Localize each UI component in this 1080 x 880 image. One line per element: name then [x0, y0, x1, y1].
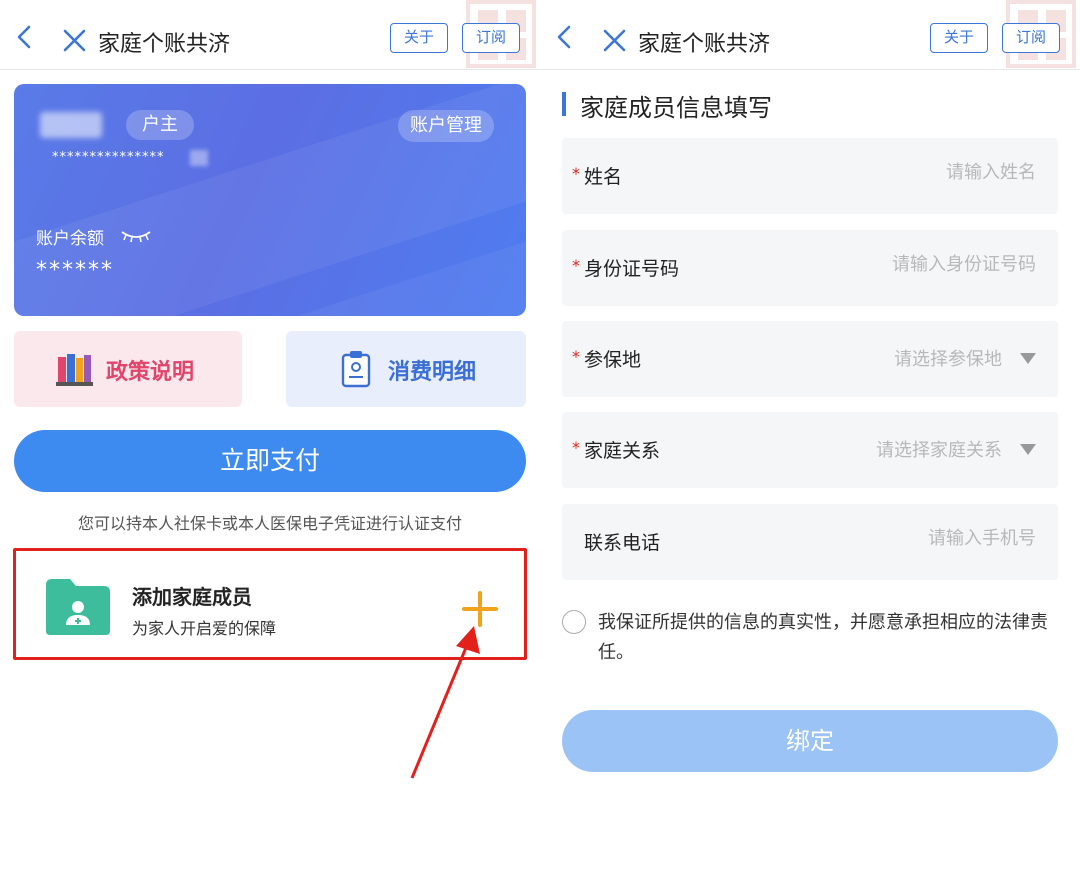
page-title: 家庭个账共济: [638, 32, 771, 57]
account-manage-button[interactable]: 账户管理: [398, 110, 494, 142]
clipboard-icon: [341, 351, 371, 388]
navbar: 家庭个账共济 关于 订阅: [0, 0, 540, 70]
policy-tile[interactable]: 政策说明: [14, 331, 242, 407]
family-relation-field[interactable]: * 家庭关系 请选择家庭关系: [562, 412, 1058, 488]
card-number: ***************: [52, 150, 165, 165]
spending-detail-tile[interactable]: 消费明细: [286, 331, 526, 407]
close-icon[interactable]: [62, 28, 88, 54]
balance-value: ******: [36, 258, 114, 283]
required-mark: *: [572, 164, 580, 183]
caret-down-icon: [1020, 353, 1036, 364]
family-relation-label: 家庭关系: [584, 440, 661, 462]
red-arrow-annotation: [410, 626, 480, 779]
family-relation-select[interactable]: 请选择家庭关系: [876, 436, 1002, 462]
phone-input[interactable]: [776, 528, 1036, 549]
about-button[interactable]: 关于: [390, 23, 448, 53]
payment-hint: 您可以持本人社保卡或本人医保电子凭证进行认证支付: [77, 514, 462, 533]
add-member-title: 添加家庭成员: [132, 585, 252, 609]
insured-place-label: 参保地: [584, 349, 642, 371]
required-mark: *: [572, 347, 580, 366]
add-member-subtitle: 为家人开启爱的保障: [132, 619, 277, 638]
id-number-field: * 身份证号码: [562, 230, 1058, 306]
member-form-screen: 家庭个账共济 关于 订阅 家庭成员信息填写 * 姓名 * 身份证号码 * 参保地…: [540, 0, 1080, 880]
eye-closed-icon[interactable]: [120, 228, 152, 244]
balance-label: 账户余额: [36, 229, 104, 249]
detail-label: 消费明细: [388, 360, 477, 385]
close-icon[interactable]: [602, 28, 628, 54]
back-icon[interactable]: [12, 24, 38, 50]
id-number-input[interactable]: [776, 254, 1036, 275]
policy-label: 政策说明: [106, 360, 195, 385]
role-badge: 户主: [126, 110, 194, 140]
blurred-card-suffix: [190, 150, 208, 166]
required-mark: *: [572, 438, 580, 457]
required-mark: *: [572, 256, 580, 275]
page-title: 家庭个账共济: [98, 32, 231, 57]
phone-label: 联系电话: [584, 532, 661, 554]
name-input[interactable]: [776, 162, 1036, 183]
bind-button[interactable]: 绑定: [562, 710, 1058, 772]
agreement-radio[interactable]: [562, 610, 586, 634]
blurred-name: [40, 112, 102, 138]
folder-user-icon: [46, 579, 110, 635]
subscribe-button[interactable]: 订阅: [462, 23, 520, 53]
account-card: 户主 账户管理 *************** 账户余额 ******: [14, 84, 526, 316]
pay-now-button[interactable]: 立即支付: [14, 430, 526, 492]
account-home-screen: 家庭个账共济 关于 订阅 户主 账户管理 *************** 账户余…: [0, 0, 540, 880]
insured-place-field[interactable]: * 参保地 请选择参保地: [562, 321, 1058, 397]
subscribe-button[interactable]: 订阅: [1002, 23, 1060, 53]
name-field: * 姓名: [562, 138, 1058, 214]
agreement-text: 我保证所提供的信息的真实性，并愿意承担相应的法律责任。: [598, 612, 1048, 663]
id-number-label: 身份证号码: [584, 258, 680, 280]
phone-field: 联系电话: [562, 504, 1058, 580]
name-label: 姓名: [584, 166, 623, 188]
back-icon[interactable]: [552, 24, 578, 50]
navbar: 家庭个账共济 关于 订阅: [540, 0, 1080, 70]
form-section-title: 家庭成员信息填写: [562, 88, 772, 123]
caret-down-icon: [1020, 444, 1036, 455]
insured-place-select[interactable]: 请选择参保地: [894, 345, 1002, 371]
books-icon: [56, 354, 93, 386]
about-button[interactable]: 关于: [930, 23, 988, 53]
